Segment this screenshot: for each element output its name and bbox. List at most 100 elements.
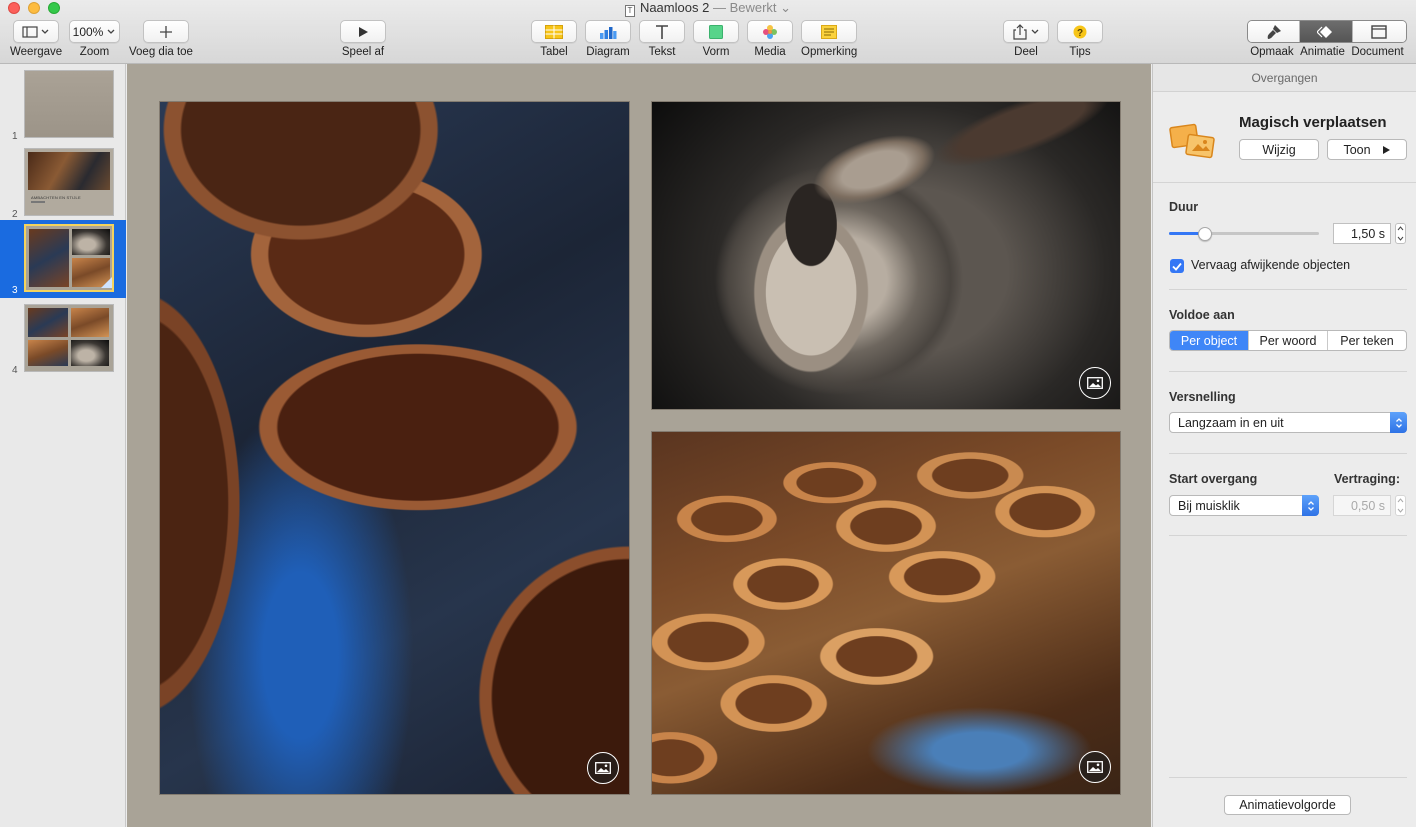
slide-number: 4 [12,365,18,376]
tab-animate[interactable] [1300,21,1353,42]
media-label: Media [754,46,786,58]
slide-thumbnail-3[interactable]: 3 [0,220,126,298]
view-label: Weergave [10,46,63,58]
shape-label: Vorm [702,46,730,58]
table-control[interactable]: Tabel [531,20,577,58]
slide-number: 1 [12,131,18,142]
add-slide-button[interactable] [142,20,189,43]
divider [1169,371,1407,372]
zoom-label: Zoom [79,46,110,58]
chart-control[interactable]: Diagram [585,20,631,58]
zoom-menu[interactable]: 100% Zoom [69,20,120,58]
media-placeholder-button[interactable] [587,752,619,784]
effect-name: Magisch verplaatsen [1239,114,1387,131]
match-per-word[interactable]: Per woord [1249,331,1328,350]
duration-field[interactable]: 1,50 s [1333,223,1391,244]
share-control[interactable]: Deel [1003,20,1049,58]
paintbrush-icon [1267,24,1281,39]
table-icon [545,24,563,39]
media-placeholder-button[interactable] [1079,367,1111,399]
keynote-document-icon: T [624,5,635,17]
start-value: Bij muisklik [1178,498,1240,513]
inspector-tab-labels: Opmaak Animatie Document [1247,43,1407,58]
share-icon [1013,23,1039,40]
delay-stepper [1395,495,1406,516]
slide-navigator: 1 AMBACHTEN EN STIJLE 2 3 4 [0,64,126,827]
comment-control[interactable]: Opmerking [801,20,857,58]
fade-checkbox[interactable] [1170,259,1184,273]
chevron-down-icon [1397,508,1404,513]
photo-pottery-wheel[interactable] [652,102,1120,409]
photo-clay-bowls[interactable] [160,102,629,794]
title-photo [28,152,110,190]
table-button[interactable] [531,20,577,43]
divider [1169,777,1407,778]
change-label: Wijzig [1262,142,1296,157]
play-control[interactable]: Speel af [340,20,386,58]
tab-document[interactable] [1352,21,1406,42]
change-effect-button[interactable]: Wijzig [1239,139,1319,160]
chart-button[interactable] [585,20,631,43]
zoom-value: 100% [72,24,104,39]
preview-button[interactable]: Toon [1327,139,1407,160]
photo-clay-cups[interactable] [652,432,1120,794]
play-button[interactable] [340,20,386,43]
match-segmented-control[interactable]: Per object Per woord Per teken [1169,330,1407,351]
slide-canvas[interactable] [127,64,1151,827]
start-popup[interactable]: Bij muisklik [1169,495,1319,516]
mini-photo-cups [71,308,109,337]
potter-hands [793,102,951,222]
caption-line [31,201,45,203]
animation-order-label: Animatievolgorde [1239,798,1336,812]
acceleration-label: Versnelling [1169,390,1236,404]
format-label: Opmaak [1250,46,1294,58]
match-section: Voldoe aan Per object Per woord Per teke… [1169,308,1407,358]
slide-preview [24,304,114,372]
tips-button[interactable]: ? [1057,20,1103,43]
text-control[interactable]: Tekst [639,20,685,58]
bar-chart-icon [600,26,617,39]
shape-control[interactable]: Vorm [693,20,739,58]
duration-slider-knob[interactable] [1198,227,1212,241]
tips-control[interactable]: ? Tips [1057,20,1103,58]
acceleration-section: Versnelling Langzaam in en uit [1169,390,1407,440]
slide-preview [24,70,114,138]
match-per-object[interactable]: Per object [1170,331,1249,350]
shape-button[interactable] [693,20,739,43]
animation-order-button[interactable]: Animatievolgorde [1224,795,1351,815]
comment-button[interactable] [801,20,858,43]
document-name: Naamloos 2 [639,0,710,15]
match-per-character[interactable]: Per teken [1328,331,1406,350]
view-menu[interactable]: Weergave [10,20,62,58]
comment-label: Opmerking [801,46,858,58]
slide-thumbnail-4[interactable]: 4 [0,300,126,378]
window-title[interactable]: T Naamloos 2 — Bewerkt ⌄ [0,0,1416,17]
fade-checkbox-label[interactable]: Vervaag afwijkende objecten [1191,258,1350,272]
shape-icon [709,24,723,39]
mini-photo-bowls [29,229,69,287]
animate-inspector: Overgangen Magisch verplaatsen Wijzig To… [1152,64,1416,827]
zoom-button[interactable]: 100% [69,20,120,43]
add-slide-label: Voeg dia toe [129,46,193,58]
chevron-up-icon [1397,498,1404,503]
chevron-down-icon [107,29,115,34]
slide-thumbnail-2[interactable]: AMBACHTEN EN STIJLE 2 [0,144,126,222]
media-placeholder-button[interactable] [1079,751,1111,783]
sidebar-view-icon [22,25,49,38]
view-button[interactable] [13,20,60,43]
media-button[interactable] [747,20,793,43]
text-button[interactable] [639,20,685,43]
effect-section: Magisch verplaatsen Wijzig Toon [1169,112,1407,182]
tips-label: Tips [1069,46,1091,58]
mini-photo-bowls-2 [28,340,68,366]
media-control[interactable]: Media [747,20,793,58]
add-slide-control[interactable]: Voeg dia toe [129,20,193,58]
acceleration-popup[interactable]: Langzaam in en uit [1169,412,1407,433]
share-button[interactable] [1003,20,1049,43]
duration-stepper[interactable] [1395,223,1406,244]
tab-format[interactable] [1248,21,1301,42]
slide-thumbnail-1[interactable]: 1 [0,66,126,144]
divider [1169,289,1407,290]
play-icon [1382,145,1390,154]
svg-text:?: ? [1077,28,1083,39]
